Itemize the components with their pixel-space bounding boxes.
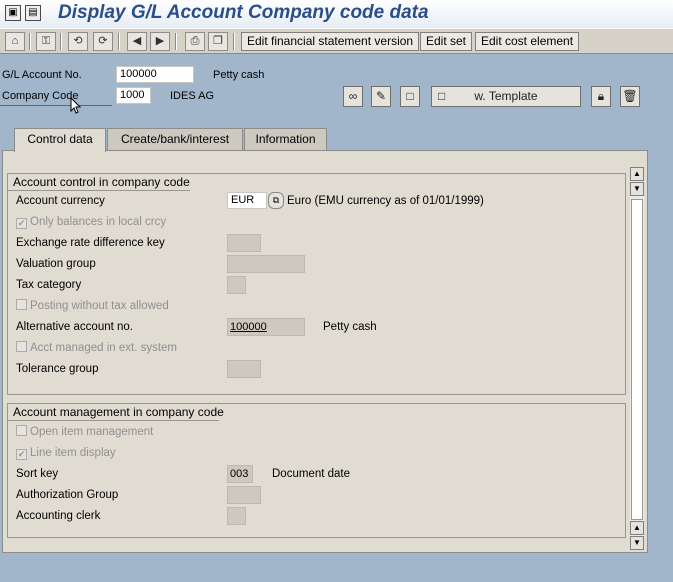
alternative-account-label: Alternative account no. [16, 321, 133, 333]
other-object-icon[interactable]: ⌂ [5, 32, 25, 51]
with-template-label: w. Template [474, 89, 538, 103]
tolerance-group-field[interactable] [227, 360, 261, 378]
create-icon[interactable]: □ [400, 86, 420, 107]
open-item-checkbox[interactable]: Open item management [16, 424, 153, 440]
tab-control-data[interactable]: Control data [14, 128, 106, 152]
tax-category-field[interactable] [227, 276, 246, 294]
scroll-down-icon[interactable]: ▼ [630, 536, 644, 550]
line-item-display-label: Line item display [30, 447, 116, 459]
copy-icon[interactable]: ❐ [208, 32, 228, 51]
posting-without-tax-label: Posting without tax allowed [30, 300, 169, 312]
account-currency-label: Account currency [16, 195, 105, 207]
exchange-rate-key-label: Exchange rate difference key [16, 237, 165, 249]
previous-icon[interactable]: ◀ [127, 32, 147, 51]
checkmark-icon: ✔ [16, 218, 27, 229]
scroll-up-small-icon[interactable]: ▲ [630, 521, 644, 535]
line-item-display-checkbox[interactable]: ✔ Line item display [16, 445, 116, 461]
checkbox-empty [16, 341, 27, 352]
pencil-icon[interactable]: ✎ [371, 86, 391, 107]
checkbox-empty [16, 299, 27, 310]
sort-key-field[interactable]: 003 [227, 465, 253, 483]
application-toolbar: ⌂ ⚿ ⟲ ⟳ ◀ ▶ ⎙ ❐ Edit financial statement… [0, 28, 673, 54]
accounting-clerk-field[interactable] [227, 507, 246, 525]
toolbar-separator [175, 33, 177, 50]
lock-icon[interactable]: 🔒︎ [591, 86, 611, 107]
group-title: Account control in company code [8, 174, 190, 191]
alternative-account-description: Petty cash [323, 321, 377, 333]
toolbar-separator [233, 33, 235, 50]
only-balances-checkbox[interactable]: ✔ Only balances in local crcy [16, 214, 166, 230]
trash-icon[interactable]: 🗑︎ [620, 86, 640, 107]
account-currency-description: Euro (EMU currency as of 01/01/1999) [287, 195, 484, 207]
gl-account-description: Petty cash [213, 69, 265, 81]
tolerance-group-label: Tolerance group [16, 363, 99, 375]
tax-category-label: Tax category [16, 279, 82, 291]
authorization-group-field[interactable] [227, 486, 261, 504]
gl-account-label: G/L Account No. [2, 69, 82, 81]
display-change-icon[interactable]: ⚿ [36, 32, 56, 51]
acct-managed-ext-label: Acct managed in ext. system [30, 342, 178, 354]
toolbar-separator [29, 33, 31, 50]
refresh-icon[interactable]: ⟳ [93, 32, 113, 51]
valuation-group-label: Valuation group [16, 258, 96, 270]
sort-key-description: Document date [272, 468, 350, 480]
with-template-button[interactable]: □ w. Template [431, 86, 581, 107]
glasses-icon[interactable]: ∞ [343, 86, 363, 107]
posting-without-tax-checkbox[interactable]: Posting without tax allowed [16, 298, 169, 314]
checkbox-empty [16, 425, 27, 436]
company-code-field[interactable]: 1000 [116, 87, 151, 104]
open-item-label: Open item management [30, 426, 154, 438]
authorization-group-label: Authorization Group [16, 489, 119, 501]
vertical-scrollbar[interactable]: ▲ ▼ ▲ ▼ [630, 167, 644, 550]
acct-managed-ext-checkbox[interactable]: Acct managed in ext. system [16, 340, 177, 356]
edit-fs-version-button[interactable]: Edit financial statement version [241, 32, 420, 51]
scrollbar-thumb[interactable] [631, 199, 643, 520]
only-balances-label: Only balances in local crcy [30, 216, 167, 228]
switch-icon[interactable]: ⟲ [68, 32, 88, 51]
exchange-rate-key-field[interactable] [227, 234, 261, 252]
next-icon[interactable]: ▶ [150, 32, 170, 51]
title-bar: ▣ ▤ Display G/L Account Company code dat… [0, 0, 673, 28]
search-help-icon[interactable]: ⧉ [268, 192, 284, 209]
checkmark-icon: ✔ [16, 449, 27, 460]
scroll-down-small-icon[interactable]: ▼ [630, 182, 644, 196]
page-icon: □ [438, 89, 446, 103]
account-currency-field[interactable]: EUR [227, 192, 267, 209]
tab-information[interactable]: Information [244, 128, 327, 150]
sort-key-label: Sort key [16, 468, 59, 480]
gl-account-field[interactable]: 100000 [116, 66, 194, 83]
sap-menu-icon[interactable]: ▣ [5, 5, 21, 21]
company-code-description: IDES AG [170, 90, 215, 102]
tab-create-bank-interest[interactable]: Create/bank/interest [107, 128, 243, 150]
toolbar-separator [60, 33, 62, 50]
alternative-account-field[interactable]: 100000 [227, 318, 305, 336]
toolbar-separator [118, 33, 120, 50]
edit-cost-element-button[interactable]: Edit cost element [475, 32, 580, 51]
group-title: Account management in company code [8, 404, 224, 421]
print-icon[interactable]: ⎙ [185, 32, 205, 51]
cursor-underline [0, 105, 112, 106]
page-icon[interactable]: ▤ [25, 5, 41, 21]
valuation-group-field[interactable] [227, 255, 305, 273]
mouse-cursor [70, 96, 82, 118]
company-code-label: Company Code [2, 90, 79, 102]
edit-set-button[interactable]: Edit set [420, 32, 473, 51]
page-title: Display G/L Account Company code data [58, 2, 429, 23]
accounting-clerk-label: Accounting clerk [16, 510, 101, 522]
scroll-up-icon[interactable]: ▲ [630, 167, 644, 181]
